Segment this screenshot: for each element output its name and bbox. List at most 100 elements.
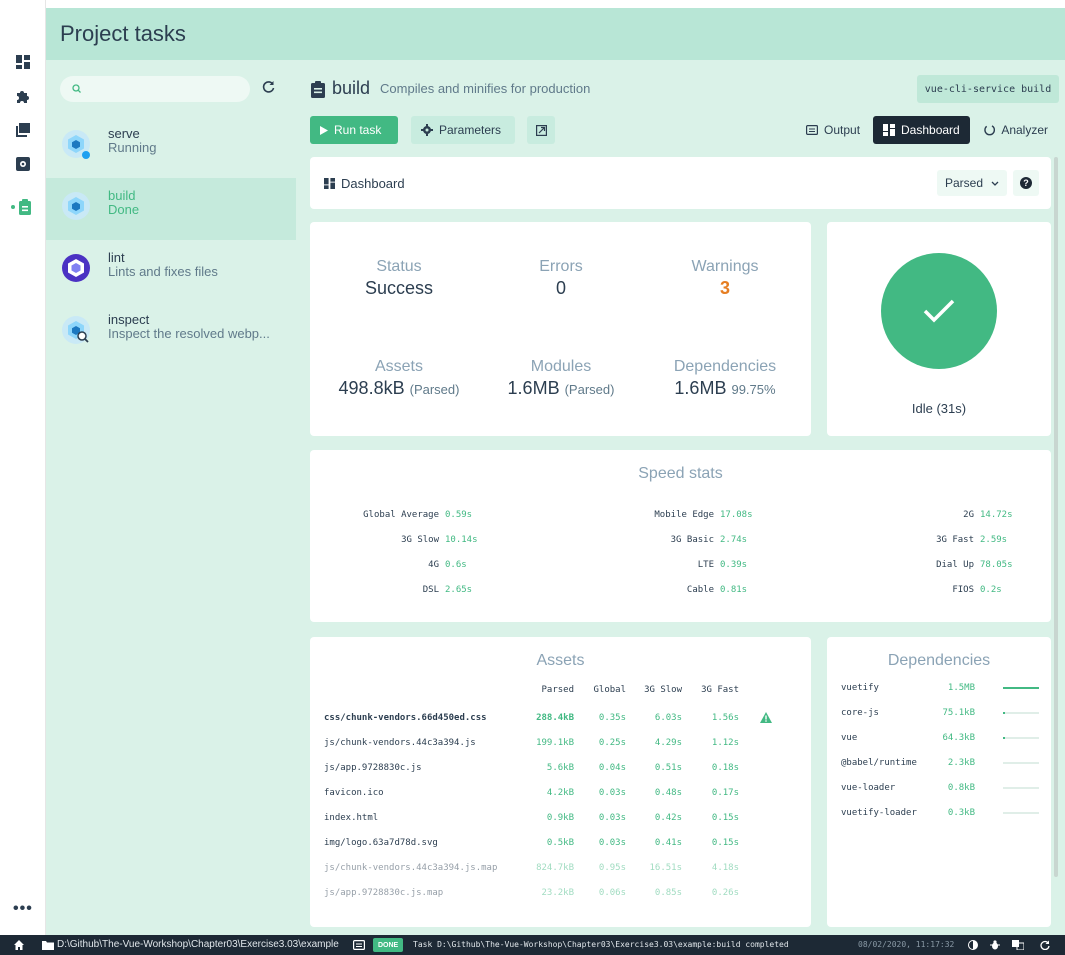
dependency-size-fill [1003,712,1005,714]
theme-toggle-icon[interactable] [968,940,978,950]
speed-stat-label: DSL [422,585,439,595]
asset-3g-fast-time: 4.18s [711,863,739,873]
asset-3g-slow-time: 0.85s [654,888,682,898]
parameters-button[interactable]: Parameters [411,116,515,144]
asset-row: js/chunk-vendors.44c3a394.js.map 824.7kB 0… [310,863,811,888]
asset-3g-fast-time: 0.15s [711,838,739,848]
run-task-label: Run task [334,123,382,137]
scrollbar[interactable] [1054,157,1058,877]
asset-row: js/app.9728830c.js 5.6kB 0.04s 0.51s 0.18s [310,763,811,788]
asset-parsed-size: 4.2kB [546,788,574,798]
task-item-build[interactable]: build Done [46,178,296,240]
asset-3g-fast-time: 0.26s [711,888,739,898]
dependency-row: vuetify-loader 0.3kB [827,808,1051,833]
more-icon[interactable]: ••• [13,900,33,918]
speed-stats-title: Speed stats [638,465,723,482]
dependency-name: @babel/runtime [841,758,917,768]
tab-analyzer[interactable]: Analyzer [974,116,1058,144]
asset-3g-fast-time: 0.17s [711,788,739,798]
refresh-icon[interactable] [260,78,278,96]
idle-status: Idle (31s) [911,401,967,416]
home-icon[interactable] [14,940,24,950]
asset-3g-fast-time: 1.12s [711,738,739,748]
task-heading: build Compiles and minifies for producti… [310,78,590,99]
asset-global-time: 0.03s [598,788,626,798]
search-icon [72,84,81,93]
column-header: Global [593,685,626,695]
stat-label: Status [376,258,422,275]
dashboard-icon[interactable] [13,52,33,72]
stat-label: Errors [539,258,583,275]
parameters-label: Parameters [439,123,502,137]
asset-name: favicon.ico [324,788,384,798]
refresh-icon[interactable] [1040,940,1050,950]
tab-dashboard[interactable]: Dashboard [873,116,970,144]
stat-sub: 99.75% [731,382,776,397]
speed-stat-item: Dial Up 78.05s [936,560,1020,570]
dependency-size-fill [1003,737,1005,739]
console-icon[interactable] [353,940,365,950]
dependency-size-bar [1003,762,1039,764]
dependency-name: core-js [841,708,879,718]
task-item-lint[interactable]: lint Lints and fixes files [46,240,296,302]
asset-3g-slow-time: 0.42s [654,813,682,823]
stat-label: Warnings [691,258,759,275]
asset-global-time: 0.03s [598,838,626,848]
speed-stat-item: Cable 0.81s [687,585,760,595]
asset-row: favicon.ico 4.2kB 0.03s 0.48s 0.17s [310,788,811,813]
asset-name: js/chunk-vendors.44c3a394.js.map [324,863,498,873]
asset-global-time: 0.95s [598,863,626,873]
translate-icon[interactable] [1012,940,1024,950]
speed-stat-label: FIOS [952,585,974,595]
dependency-size-bar [1003,737,1039,739]
run-task-button[interactable]: Run task [310,116,398,144]
stat-value: Success [364,278,434,298]
asset-name: css/chunk-vendors.66d450ed.css [324,713,487,723]
speed-stat-item: 3G Basic 2.74s [671,535,760,545]
open-external-button[interactable] [527,116,555,144]
task-title: build [332,78,371,98]
dependency-size-bar [1003,812,1039,814]
tab-dashboard-label: Dashboard [901,123,960,137]
speed-stat-label: 3G Basic [670,535,714,545]
asset-parsed-size: 0.9kB [546,813,574,823]
stat-modules: Modules 1.6MB (Parsed) [481,358,641,399]
speed-stat-value: 2.74s [720,535,748,545]
puzzle-icon[interactable] [13,86,33,106]
build-status-card: Idle (31s) [827,222,1051,436]
checkmark-icon [923,299,955,323]
mode-select[interactable]: Parsed [937,170,1007,196]
dashboard-icon [324,178,335,189]
speed-stat-label: Cable [686,585,714,595]
page-title: Project tasks [60,21,186,46]
stat-sub: (Parsed) [409,382,460,397]
page-header: Project tasks [46,8,1065,60]
speed-stat-value: 17.08s [720,510,753,520]
speed-stat-label: LTE [697,560,714,570]
task-item-serve[interactable]: serve Running [46,116,296,178]
tab-output[interactable]: Output [796,116,871,144]
status-dot-icon [82,151,90,159]
speed-stat-value: 10.14s [445,535,478,545]
asset-3g-slow-time: 16.51s [649,863,682,873]
webpack-icon [62,130,90,159]
search-input[interactable] [60,76,250,102]
asset-parsed-size: 23.2kB [541,888,574,898]
project-path[interactable]: D:\Github\The-Vue-Workshop\Chapter03\Exe… [57,939,339,950]
speed-stat-item: 3G Fast 2.59s [936,535,1020,545]
speed-stat-value: 0.81s [720,585,748,595]
dependencies-icon[interactable] [13,120,33,140]
asset-parsed-size: 199.1kB [536,738,574,748]
dependency-size-bar [1003,787,1039,789]
tasks-icon[interactable] [10,197,36,217]
bug-icon[interactable] [990,940,1000,950]
task-desc: Inspect the resolved webp... [108,326,270,341]
task-item-inspect[interactable]: inspect Inspect the resolved webp... [46,302,296,364]
help-icon: ? [1020,177,1032,189]
play-icon [320,125,328,135]
status-bar: D:\Github\The-Vue-Workshop\Chapter03\Exe… [0,935,1065,955]
help-button[interactable]: ? [1013,170,1039,196]
configuration-icon[interactable] [13,154,33,174]
tab-output-label: Output [824,123,861,137]
stat-label: Modules [530,358,592,375]
